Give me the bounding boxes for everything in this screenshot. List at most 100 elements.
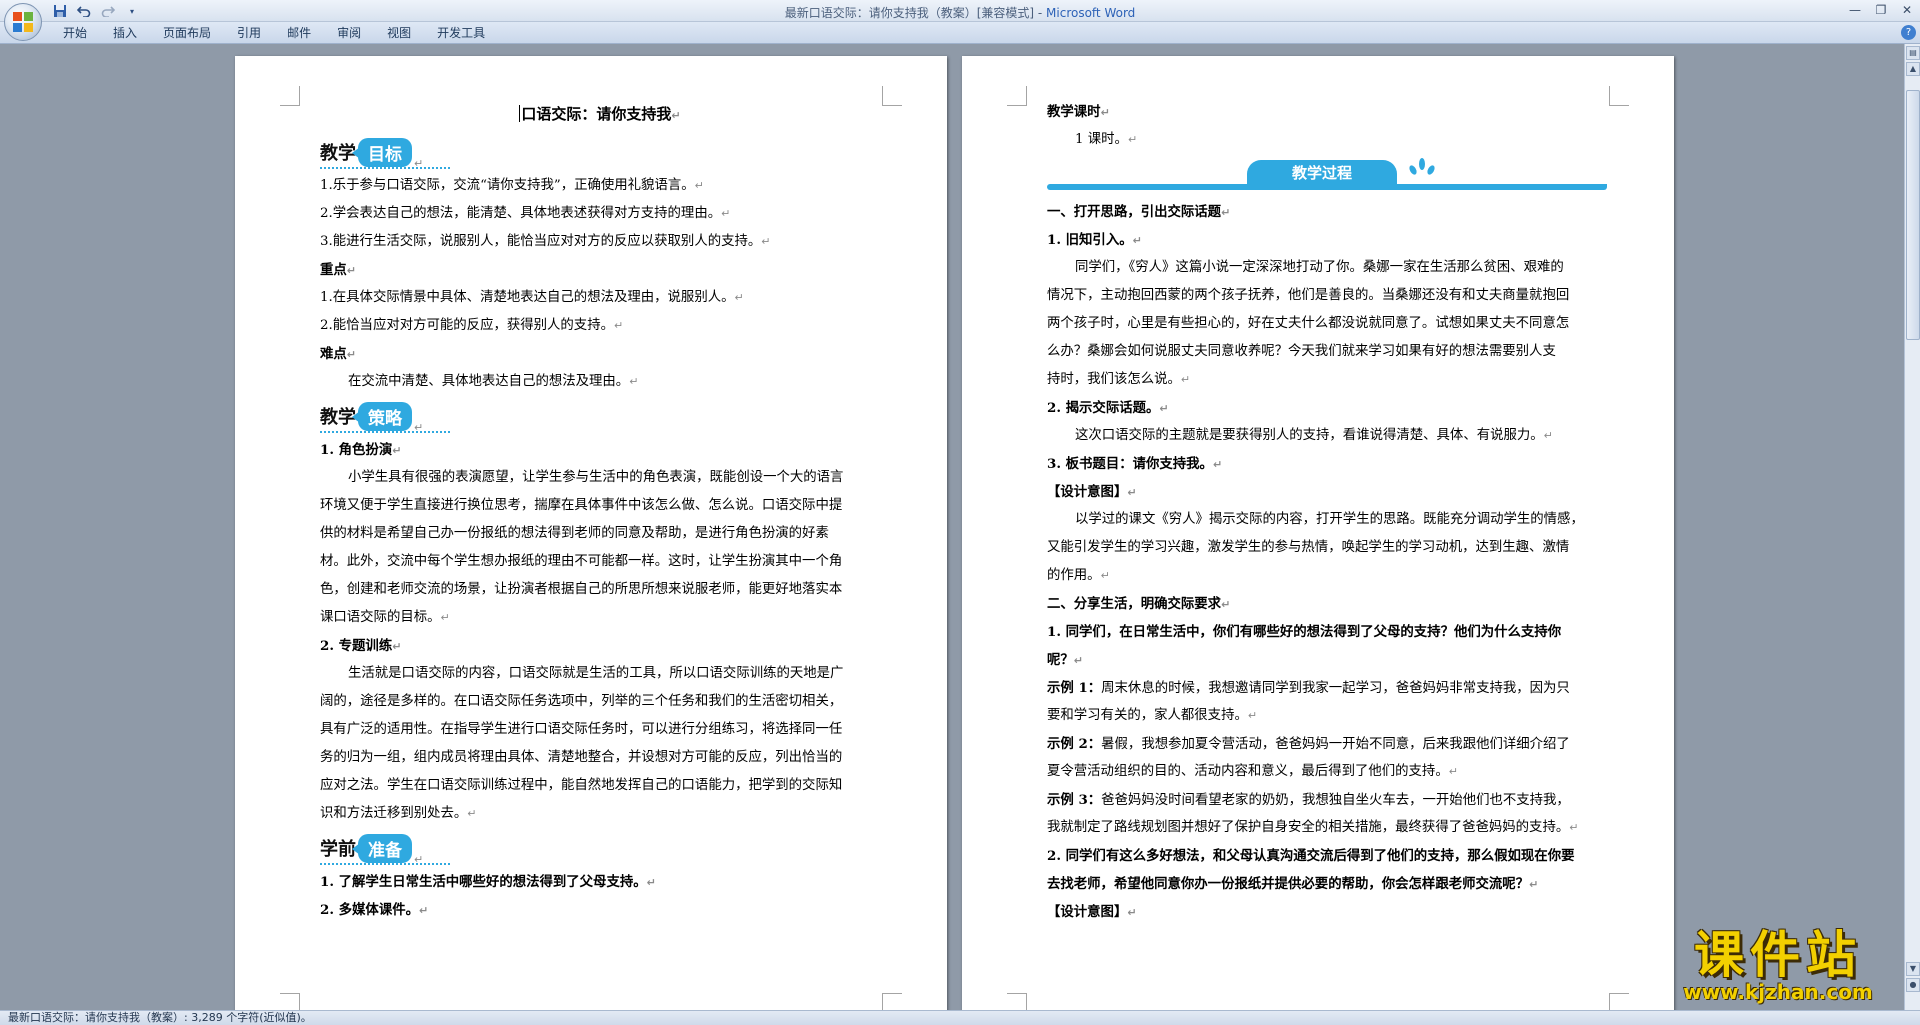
tab-page-layout[interactable]: 页面布局 bbox=[150, 25, 224, 41]
vertical-scrollbar[interactable]: ▤ ▲ ▼ ● bbox=[1904, 44, 1920, 1010]
design-intent-label: 【设计意图】↵ bbox=[1047, 484, 1137, 500]
paragraph-line: 课口语交际的目标。↵ bbox=[320, 610, 450, 625]
scroll-up-icon[interactable]: ▲ bbox=[1906, 62, 1920, 76]
browse-object-icon[interactable]: ● bbox=[1906, 978, 1920, 992]
paragraph-line: 应对之法。学生在口语交际训练过程中，能自然地发挥自己的口语能力，把学到的交际知 bbox=[320, 778, 843, 793]
paragraph-line: 识和方法迁移到别处去。↵ bbox=[320, 806, 477, 821]
tab-insert[interactable]: 插入 bbox=[100, 25, 150, 41]
paragraph-line: 的作用。↵ bbox=[1047, 568, 1110, 583]
page-corner-mark bbox=[280, 86, 300, 106]
difficulty-label: 难点↵ bbox=[320, 346, 356, 362]
goal-line: 2.学会表达自己的想法，能清楚、具体地表述获得对方支持的理由。↵ bbox=[320, 206, 731, 221]
difficulty-line: 在交流中清楚、具体地表达自己的想法及理由。↵ bbox=[348, 374, 639, 389]
page-corner-mark bbox=[1609, 993, 1629, 1010]
paragraph-line: 以学过的课文《穷人》揭示交际的内容，打开学生的思路。既能充分调动学生的情感， bbox=[1075, 512, 1584, 527]
strategy-2-title: 2. 专题训练↵ bbox=[320, 638, 402, 654]
ribbon-tabs: 开始 插入 页面布局 引用 邮件 审阅 视图 开发工具 bbox=[50, 25, 498, 41]
document-workspace[interactable]: 口语交际：请你支持我↵ 教学 目标 ↵ 1.乐于参与口语交际，交流“请你支持我”，正… bbox=[0, 44, 1904, 1010]
page-2[interactable]: 教学课时↵ 1 课时。↵ 教学过程 一、打开思路，引出交际话题↵ 1. 旧知引入… bbox=[962, 56, 1674, 1010]
strategy-1-title: 1. 角色扮演↵ bbox=[320, 442, 402, 458]
title-bar: ▾ 最新口语交际：请你支持我（教案）[兼容模式] - Microsoft Wor… bbox=[0, 0, 1920, 22]
paragraph-line: 材。此外，交流中每个学生想办报纸的理由不可能都一样。这时，让学生扮演其中一个角 bbox=[320, 554, 843, 569]
page-1[interactable]: 口语交际：请你支持我↵ 教学 目标 ↵ 1.乐于参与口语交际，交流“请你支持我”，正… bbox=[235, 56, 947, 1010]
scroll-thumb[interactable] bbox=[1906, 90, 1920, 340]
paragraph-line: 持时，我们该怎么说。↵ bbox=[1047, 372, 1191, 387]
section-heading-strategy: 教学 策略 ↵ bbox=[320, 398, 880, 434]
step-1-2-title: 2. 揭示交际话题。↵ bbox=[1047, 400, 1169, 416]
paragraph-line: 么办？桑娜会如何说服丈夫同意收养呢？今天我们就来学习如果有好的想法需要别人支 bbox=[1047, 344, 1556, 359]
key-point-line: 2.能恰当应对对方可能的反应，获得别人的支持。↵ bbox=[320, 318, 624, 333]
watermark-logo: 课件站 www.kjzhan.com bbox=[1658, 929, 1898, 1003]
splash-icon bbox=[1409, 158, 1435, 175]
paragraph-line: 这次口语交际的主题就是要获得别人的支持，看谁说得清楚、具体、有说服力。↵ bbox=[1075, 428, 1553, 443]
example-line: 示例 1：周末休息的时候，我想邀请同学到我家一起学习，爸爸妈妈非常支持我，因为只 bbox=[1047, 680, 1570, 696]
example-line: 示例 2：暑假，我想参加夏令营活动，爸爸妈妈一开始不同意，后来我跟他们详细介绍了 bbox=[1047, 736, 1570, 752]
window-controls: — ❐ ✕ bbox=[1842, 0, 1920, 19]
tab-references[interactable]: 引用 bbox=[224, 25, 274, 41]
watermark-url: www.kjzhan.com bbox=[1683, 980, 1873, 1004]
tab-review[interactable]: 审阅 bbox=[324, 25, 374, 41]
close-icon[interactable]: ✕ bbox=[1894, 0, 1920, 19]
example-line: 要和学习有关的，家人都很支持。↵ bbox=[1047, 708, 1258, 723]
page-corner-mark bbox=[1609, 86, 1629, 106]
page-corner-mark bbox=[882, 86, 902, 106]
paragraph-line: 具有广泛的适用性。在指导学生进行口语交际任务时，可以进行分组练习，将选择同一任 bbox=[320, 722, 843, 737]
process-banner: 教学过程 bbox=[1047, 156, 1607, 196]
paragraph-line: 环境又便于学生直接进行换位思考，揣摩在具体事件中该怎么做、怎么说。口语交际中提 bbox=[320, 498, 843, 513]
page-corner-mark bbox=[882, 993, 902, 1010]
paragraph-line: 情况下，主动抱回西蒙的两个孩子抚养，他们是善良的。当桑娜还没有和丈夫商量就抱回 bbox=[1047, 288, 1570, 303]
page-corner-mark bbox=[1007, 86, 1027, 106]
page-corner-mark bbox=[280, 993, 300, 1010]
window-title: 最新口语交际：请你支持我（教案）[兼容模式] - Microsoft Word bbox=[784, 6, 1136, 20]
watermark-title: 课件站 bbox=[1694, 926, 1862, 984]
tab-developer[interactable]: 开发工具 bbox=[424, 25, 498, 41]
banner-title: 教学过程 bbox=[1247, 160, 1397, 186]
restore-icon[interactable]: ❐ bbox=[1868, 0, 1894, 19]
ruler-toggle-icon[interactable]: ▤ bbox=[1906, 46, 1920, 60]
example-line: 我就制定了路线规划图并想好了保护自身安全的相关措施，最终获得了爸爸妈妈的支持。↵ bbox=[1047, 820, 1579, 835]
paragraph-line: 又能引发学生的学习兴趣，激发学生的参与热情，唤起学生的学习动机，达到生趣、激情 bbox=[1047, 540, 1570, 555]
step-1-3-title: 3. 板书题目：请你支持我。↵ bbox=[1047, 456, 1223, 472]
step-1-heading: 一、打开思路，引出交际话题↵ bbox=[1047, 204, 1231, 220]
paragraph-line: 生活就是口语交际的内容，口语交际就是生活的工具，所以口语交际训练的天地是广 bbox=[348, 666, 844, 681]
design-intent-label: 【设计意图】↵ bbox=[1047, 904, 1137, 920]
question-line: 呢？↵ bbox=[1047, 652, 1083, 668]
step-1-1-title: 1. 旧知引入。↵ bbox=[1047, 232, 1142, 248]
paragraph-line: 同学们，《穷人》这篇小说一定深深地打动了你。桑娜一家在生活那么贫困、艰难的 bbox=[1075, 260, 1564, 275]
tab-home[interactable]: 开始 bbox=[50, 25, 100, 41]
document-title: 口语交际：请你支持我↵ bbox=[519, 105, 681, 123]
help-icon[interactable]: ? bbox=[1901, 25, 1916, 40]
tab-mailings[interactable]: 邮件 bbox=[274, 25, 324, 41]
paragraph-line: 色，创建和老师交流的场景，让扮演者根据自己的所思所想来说服老师，能更好地落实本 bbox=[320, 582, 843, 597]
ribbon: 开始 插入 页面布局 引用 邮件 审阅 视图 开发工具 ? bbox=[0, 22, 1920, 44]
paragraph-line: 两个孩子时，心里是有些担心的，好在丈夫什么都没说就同意了。试想如果丈夫不同意怎 bbox=[1047, 316, 1570, 331]
example-line: 夏令营活动组织的目的、活动内容和意义，最后得到了他们的支持。↵ bbox=[1047, 764, 1458, 779]
prep-line: 2. 多媒体课件。↵ bbox=[320, 902, 429, 918]
page-2-content: 教学课时↵ 1 课时。↵ 教学过程 一、打开思路，引出交际话题↵ 1. 旧知引入… bbox=[1047, 98, 1607, 926]
status-text: 最新口语交际：请你支持我（教案）: 3,289 个字符(近似值)。 bbox=[8, 1011, 312, 1024]
step-2-heading: 二、分享生活，明确交际要求↵ bbox=[1047, 596, 1231, 612]
hours-label: 教学课时↵ bbox=[1047, 104, 1110, 120]
tab-view[interactable]: 视图 bbox=[374, 25, 424, 41]
paragraph-line: 务的归为一组，组内成员将理由具体、清楚地整合，并设想对方可能的反应，列出恰当的 bbox=[320, 750, 843, 765]
hours-line: 1 课时。↵ bbox=[1075, 132, 1138, 147]
goal-line: 3.能进行生活交际，说服别人，能恰当应对对方的反应以获取别人的支持。↵ bbox=[320, 234, 771, 249]
prep-line: 1. 了解学生日常生活中哪些好的想法得到了父母支持。↵ bbox=[320, 874, 656, 890]
paragraph-line: 小学生具有很强的表演愿望，让学生参与生活中的角色表演，既能创设一个大的语言 bbox=[348, 470, 844, 485]
minimize-icon[interactable]: — bbox=[1842, 0, 1868, 19]
scroll-down-icon[interactable]: ▼ bbox=[1906, 962, 1920, 976]
section-heading-goals: 教学 目标 ↵ bbox=[320, 134, 880, 170]
example-line: 示例 3：爸爸妈妈没时间看望老家的奶奶，我想独自坐火车去，一开始他们也不支持我， bbox=[1047, 792, 1570, 808]
paragraph-line: 供的材料是希望自己办一份报纸的想法得到老师的同意及帮助，是进行角色扮演的好素 bbox=[320, 526, 829, 541]
question-line: 2. 同学们有这么多好想法，和父母认真沟通交流后得到了他们的支持，那么假如现在你… bbox=[1047, 848, 1575, 864]
section-heading-preparation: 学前 准备 ↵ bbox=[320, 830, 880, 866]
key-points-label: 重点↵ bbox=[320, 262, 356, 278]
page-1-content: 口语交际：请你支持我↵ 教学 目标 ↵ 1.乐于参与口语交际，交流“请你支持我”，正… bbox=[320, 98, 880, 924]
question-line: 去找老师，希望他同意你办一份报纸并提供必要的帮助，你会怎样跟老师交流呢？↵ bbox=[1047, 876, 1539, 892]
key-point-line: 1.在具体交际情景中具体、清楚地表达自己的想法及理由，说服别人。↵ bbox=[320, 290, 744, 305]
office-logo-icon[interactable] bbox=[4, 3, 42, 41]
status-bar: 最新口语交际：请你支持我（教案）: 3,289 个字符(近似值)。 bbox=[0, 1010, 1920, 1025]
paragraph-line: 阔的，途径是多样的。在口语交际任务选项中，列举的三个任务和我们的生活密切相关， bbox=[320, 694, 843, 709]
page-corner-mark bbox=[1007, 993, 1027, 1010]
question-line: 1. 同学们，在日常生活中，你们有哪些好的想法得到了父母的支持？他们为什么支持你 bbox=[1047, 624, 1562, 640]
